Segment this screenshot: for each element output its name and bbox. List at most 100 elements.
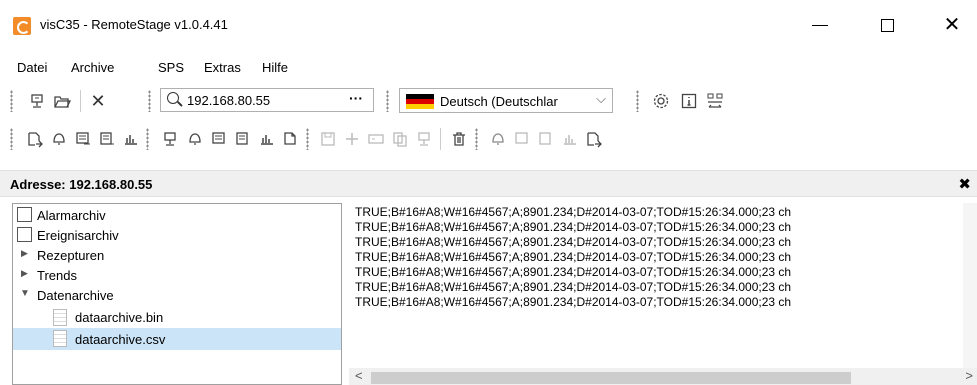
address-input[interactable]: 192.168.80.55 ··· bbox=[160, 88, 374, 112]
toolbar-grip[interactable] bbox=[306, 128, 309, 150]
save-icon[interactable] bbox=[318, 129, 338, 149]
toolbar-separator bbox=[80, 90, 81, 112]
file-icon bbox=[53, 309, 67, 326]
network-icon[interactable] bbox=[705, 91, 725, 111]
menu-extras[interactable]: Extras bbox=[204, 60, 241, 75]
content-line: TRUE;B#16#A8;W#16#4567;A;8901.234;D#2014… bbox=[355, 205, 792, 219]
edit-field-icon[interactable] bbox=[366, 129, 386, 149]
content-line: TRUE;B#16#A8;W#16#4567;A;8901.234;D#2014… bbox=[355, 295, 792, 309]
menu-datei[interactable]: Datei bbox=[17, 60, 47, 75]
file-content-view[interactable]: TRUE;B#16#A8;W#16#4567;A;8901.234;D#2014… bbox=[349, 203, 977, 385]
chevron-down-icon[interactable]: ⌵ bbox=[596, 91, 606, 107]
recipe-upload-icon[interactable] bbox=[536, 129, 556, 149]
collapse-arrow-icon[interactable]: ▼ bbox=[20, 288, 30, 299]
tree-item-dataarchive-bin[interactable]: dataarchive.bin bbox=[13, 307, 341, 327]
language-select[interactable]: Deutsch (Deutschlar ⌵ bbox=[399, 88, 613, 113]
german-flag-icon bbox=[406, 94, 434, 109]
minimize-icon bbox=[812, 25, 828, 26]
event-icon bbox=[17, 227, 32, 242]
delete-x-icon[interactable]: ✕ bbox=[88, 91, 108, 111]
alarm-download-icon[interactable] bbox=[185, 129, 205, 149]
title-bar: visC35 - RemoteStage v1.0.4.41 ✕ bbox=[0, 0, 977, 52]
toolbar-separator bbox=[440, 128, 441, 150]
expand-arrow-icon[interactable]: ▶ bbox=[21, 268, 28, 279]
tree-item-dataarchive-csv[interactable]: dataarchive.csv bbox=[13, 328, 341, 350]
close-panel-icon[interactable]: ✖ bbox=[958, 175, 971, 193]
archive-toolbar bbox=[0, 122, 977, 156]
toolbar-grip[interactable] bbox=[386, 90, 389, 112]
open-folder-icon[interactable] bbox=[52, 91, 72, 111]
expand-arrow-icon[interactable]: ▶ bbox=[21, 248, 28, 259]
event-upload-icon[interactable] bbox=[512, 129, 532, 149]
copy-icon[interactable] bbox=[390, 129, 410, 149]
event-download-icon[interactable] bbox=[209, 129, 229, 149]
trend-export-icon[interactable] bbox=[121, 129, 141, 149]
tree-item-ereignisarchiv[interactable]: Ereignisarchiv bbox=[13, 225, 341, 245]
event-export-icon[interactable] bbox=[73, 129, 93, 149]
device-download-icon[interactable] bbox=[160, 129, 180, 149]
tree-item-label: dataarchive.bin bbox=[75, 310, 164, 325]
search-icon bbox=[167, 92, 179, 104]
tree-item-label: dataarchive.csv bbox=[75, 332, 166, 347]
recipe-export-icon[interactable] bbox=[97, 129, 117, 149]
tree-item-datenarchive[interactable]: ▼ Datenarchive bbox=[13, 285, 341, 305]
close-button[interactable]: ✕ bbox=[937, 12, 967, 38]
content-line: TRUE;B#16#A8;W#16#4567;A;8901.234;D#2014… bbox=[355, 220, 792, 234]
trend-download-icon[interactable] bbox=[257, 129, 277, 149]
toolbar-grip[interactable] bbox=[10, 90, 13, 112]
main-toolbar: ✕ 192.168.80.55 ··· Deutsch (Deutschlar … bbox=[0, 84, 977, 118]
upload-device-icon[interactable] bbox=[414, 129, 434, 149]
tree-item-label: Datenarchive bbox=[37, 288, 114, 303]
tree-item-label: Rezepturen bbox=[37, 248, 105, 263]
address-value[interactable]: 192.168.80.55 bbox=[187, 93, 270, 108]
connect-device-icon[interactable] bbox=[27, 91, 47, 111]
maximize-button[interactable] bbox=[872, 12, 902, 38]
bell-icon bbox=[17, 207, 32, 222]
content-line: TRUE;B#16#A8;W#16#4567;A;8901.234;D#2014… bbox=[355, 280, 792, 294]
menu-bar: Datei Archive SPS Extras Hilfe bbox=[0, 57, 977, 79]
archive-tree[interactable]: Alarmarchiv Ereignisarchiv ▶ Rezepturen … bbox=[12, 203, 342, 385]
tree-item-alarmarchiv[interactable]: Alarmarchiv bbox=[13, 205, 341, 225]
content-line: TRUE;B#16#A8;W#16#4567;A;8901.234;D#2014… bbox=[355, 265, 792, 279]
alarm-upload-icon[interactable] bbox=[488, 129, 508, 149]
data-download-icon[interactable] bbox=[281, 129, 301, 149]
tree-item-trends[interactable]: ▶ Trends bbox=[13, 265, 341, 285]
menu-sps[interactable]: SPS bbox=[158, 60, 184, 75]
alarm-export-icon[interactable] bbox=[49, 129, 69, 149]
toolbar-grip[interactable] bbox=[146, 128, 149, 150]
address-header-label: Adresse: 192.168.80.55 bbox=[10, 177, 153, 192]
toolbar-grip[interactable] bbox=[10, 128, 13, 150]
horizontal-scrollbar[interactable]: < > bbox=[349, 368, 977, 385]
toolbar-grip[interactable] bbox=[475, 128, 478, 150]
scrollbar-thumb[interactable] bbox=[371, 372, 851, 384]
app-icon bbox=[13, 17, 31, 35]
vertical-scrollbar[interactable] bbox=[963, 203, 977, 368]
content-line: TRUE;B#16#A8;W#16#4567;A;8901.234;D#2014… bbox=[355, 235, 792, 249]
file-icon bbox=[53, 330, 67, 347]
window-title: visC35 - RemoteStage v1.0.4.41 bbox=[40, 17, 228, 32]
recipe-download-icon[interactable] bbox=[233, 129, 253, 149]
maximize-icon bbox=[880, 19, 894, 32]
minimize-button[interactable] bbox=[805, 12, 835, 38]
tree-item-label: Trends bbox=[37, 268, 77, 283]
export-icon[interactable] bbox=[25, 129, 45, 149]
tree-item-label: Ereignisarchiv bbox=[37, 228, 119, 243]
info-icon[interactable] bbox=[679, 91, 699, 111]
add-icon[interactable] bbox=[342, 129, 362, 149]
scroll-right-icon[interactable]: > bbox=[965, 368, 973, 383]
language-value: Deutsch (Deutschlar bbox=[440, 94, 558, 109]
toolbar-grip[interactable] bbox=[148, 90, 151, 112]
tree-item-label: Alarmarchiv bbox=[37, 208, 106, 223]
address-header: Adresse: 192.168.80.55 ✖ bbox=[0, 170, 977, 197]
gear-icon[interactable] bbox=[651, 91, 671, 111]
tree-item-rezepturen[interactable]: ▶ Rezepturen bbox=[13, 245, 341, 265]
browse-button[interactable]: ··· bbox=[349, 90, 363, 106]
data-upload-icon[interactable] bbox=[584, 129, 604, 149]
trash-icon[interactable] bbox=[449, 129, 469, 149]
trend-upload-icon[interactable] bbox=[560, 129, 580, 149]
scroll-left-icon[interactable]: < bbox=[355, 368, 363, 383]
menu-hilfe[interactable]: Hilfe bbox=[262, 60, 288, 75]
menu-archive[interactable]: Archive bbox=[71, 60, 114, 75]
toolbar-grip[interactable] bbox=[636, 90, 639, 112]
content-line: TRUE;B#16#A8;W#16#4567;A;8901.234;D#2014… bbox=[355, 250, 792, 264]
